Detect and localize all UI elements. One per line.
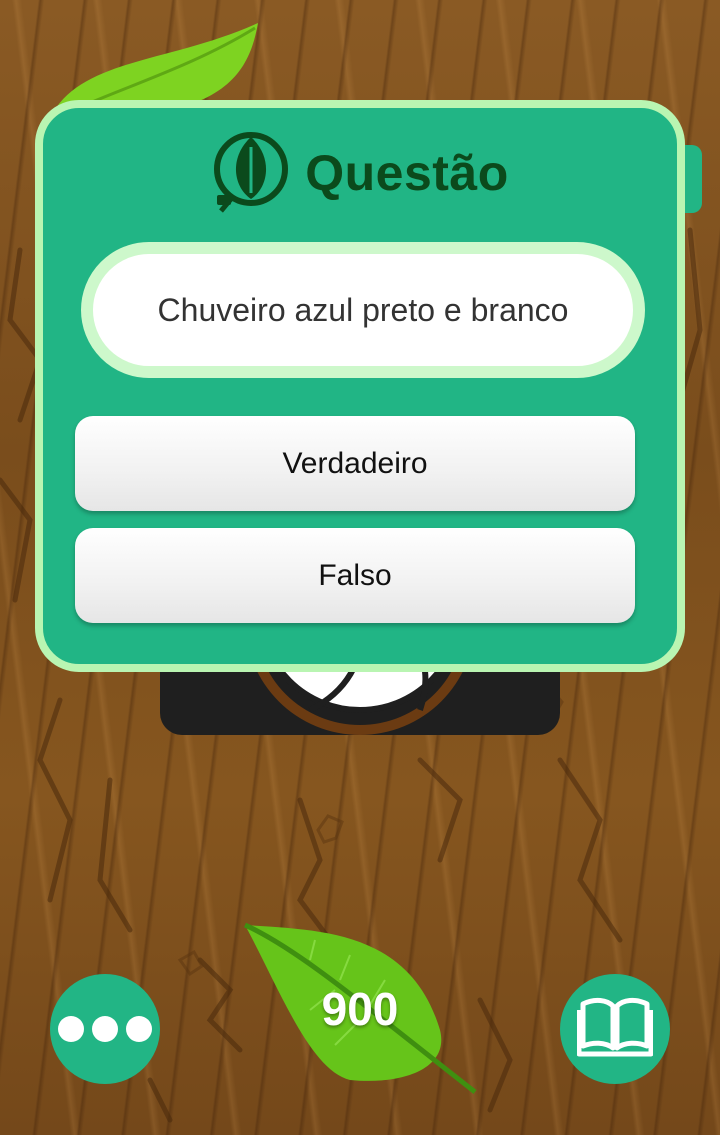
more-dots-icon xyxy=(58,1016,152,1042)
more-menu-button[interactable] xyxy=(50,974,160,1084)
question-box: Chuveiro azul preto e branco xyxy=(81,242,645,378)
score-value: 900 xyxy=(321,983,399,1035)
guide-book-button[interactable] xyxy=(560,974,670,1084)
leaf-plug-logo-icon xyxy=(211,129,291,218)
dialog-header: Questão xyxy=(43,128,677,218)
question-dialog: Questão Chuveiro azul preto e branco Ver… xyxy=(35,100,685,672)
open-book-icon xyxy=(576,996,654,1063)
false-answer-button[interactable]: Falso xyxy=(75,528,635,623)
dialog-title: Questão xyxy=(305,145,509,201)
question-text: Chuveiro azul preto e branco xyxy=(157,291,569,328)
true-answer-button[interactable]: Verdadeiro xyxy=(75,416,635,511)
